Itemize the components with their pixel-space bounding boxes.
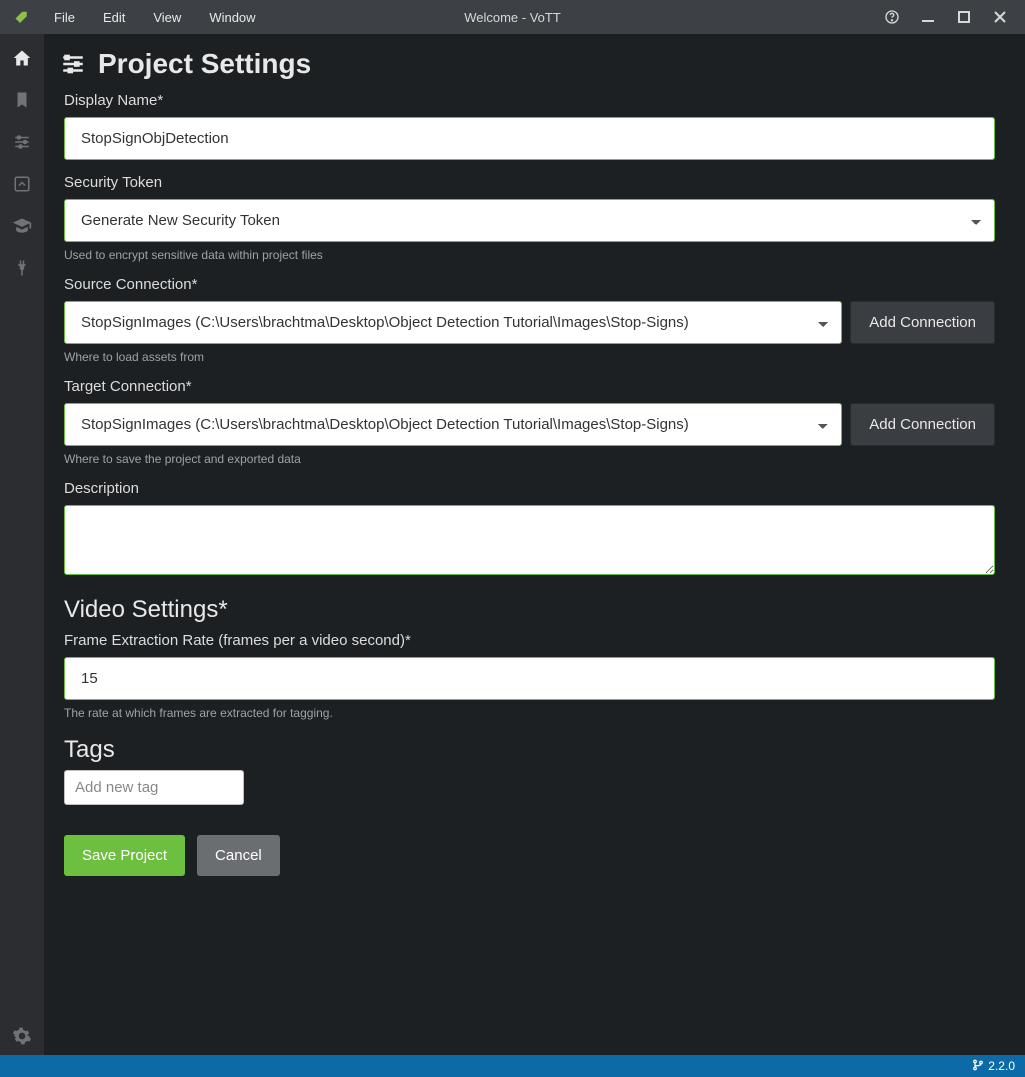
help-icon[interactable] (883, 8, 901, 26)
sidebar-graduation-icon[interactable] (8, 212, 36, 240)
field-target-connection: Target Connection* StopSignImages (C:\Us… (60, 378, 995, 466)
save-project-button[interactable]: Save Project (64, 835, 185, 876)
sidebar-bookmark-icon[interactable] (8, 86, 36, 114)
menu-edit[interactable]: Edit (89, 10, 139, 25)
description-input[interactable] (64, 505, 995, 575)
field-security-token: Security Token Generate New Security Tok… (60, 174, 995, 262)
sidebar (0, 34, 44, 1055)
display-name-label: Display Name* (64, 92, 995, 109)
page-header: Project Settings (60, 48, 995, 80)
git-branch-icon (972, 1059, 984, 1074)
status-bar: 2.2.0 (0, 1055, 1025, 1077)
target-connection-select[interactable]: StopSignImages (C:\Users\brachtma\Deskto… (64, 403, 842, 446)
cancel-button[interactable]: Cancel (197, 835, 280, 876)
source-connection-help: Where to load assets from (64, 350, 995, 364)
menu-items: File Edit View Window (40, 10, 270, 25)
tag-input[interactable] (64, 770, 244, 805)
tags-title: Tags (60, 736, 995, 764)
description-label: Description (64, 480, 995, 497)
sidebar-settings-icon[interactable] (8, 1027, 36, 1055)
sidebar-home-icon[interactable] (8, 44, 36, 72)
frame-rate-label: Frame Extraction Rate (frames per a vide… (64, 632, 995, 649)
menubar: File Edit View Window Welcome - VoTT (0, 0, 1025, 34)
page-title: Project Settings (98, 48, 311, 80)
source-connection-label: Source Connection* (64, 276, 995, 293)
target-add-connection-button[interactable]: Add Connection (850, 403, 995, 446)
minimize-icon[interactable] (919, 8, 937, 26)
app-logo-icon (0, 8, 40, 26)
field-description: Description (60, 480, 995, 580)
source-add-connection-button[interactable]: Add Connection (850, 301, 995, 344)
menu-file[interactable]: File (40, 10, 89, 25)
target-connection-label: Target Connection* (64, 378, 995, 395)
menu-view[interactable]: View (139, 10, 195, 25)
window-title: Welcome - VoTT (464, 10, 561, 25)
video-settings-title: Video Settings* (60, 596, 995, 624)
close-icon[interactable] (991, 8, 1009, 26)
security-token-help: Used to encrypt sensitive data within pr… (64, 248, 995, 262)
source-connection-select[interactable]: StopSignImages (C:\Users\brachtma\Deskto… (64, 301, 842, 344)
sidebar-export-icon[interactable] (8, 170, 36, 198)
menu-window[interactable]: Window (195, 10, 269, 25)
field-frame-rate: Frame Extraction Rate (frames per a vide… (60, 632, 995, 720)
version-text: 2.2.0 (988, 1059, 1015, 1073)
window-controls (883, 8, 1025, 26)
frame-rate-help: The rate at which frames are extracted f… (64, 706, 995, 720)
field-source-connection: Source Connection* StopSignImages (C:\Us… (60, 276, 995, 364)
security-token-select[interactable]: Generate New Security Token (64, 199, 995, 242)
maximize-icon[interactable] (955, 8, 973, 26)
target-connection-help: Where to save the project and exported d… (64, 452, 995, 466)
display-name-input[interactable] (64, 117, 995, 160)
button-row: Save Project Cancel (60, 835, 995, 876)
field-display-name: Display Name* (60, 92, 995, 160)
content-area: Project Settings Display Name* Security … (44, 34, 1025, 1055)
sidebar-plug-icon[interactable] (8, 254, 36, 282)
security-token-label: Security Token (64, 174, 995, 191)
frame-rate-input[interactable] (64, 657, 995, 700)
sidebar-sliders-icon[interactable] (8, 128, 36, 156)
sliders-icon (60, 51, 86, 77)
field-tags (60, 770, 995, 805)
